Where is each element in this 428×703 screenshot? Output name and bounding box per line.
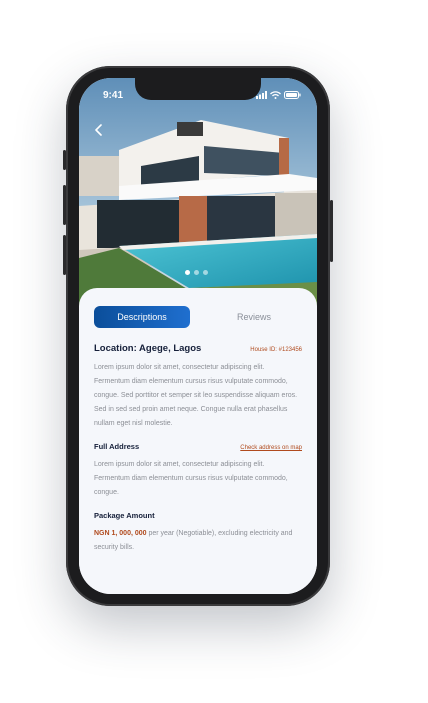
package-text: NGN 1, 000, 000 per year (Negotiable), e… (94, 527, 302, 555)
property-photo: 9:41 (79, 78, 317, 308)
package-header: Package Amount (94, 511, 302, 520)
carousel-indicator (185, 270, 208, 275)
location-row: Location: Agege, Lagos House ID: #123456 (94, 343, 302, 354)
phone-screen: 9:41 Descriptions Reviews Location: Ageg… (79, 78, 317, 594)
location-title: Location: Agege, Lagos (94, 343, 202, 354)
signal-icon (256, 91, 267, 99)
status-bar: 9:41 (79, 78, 317, 110)
battery-icon (284, 91, 301, 99)
details-sheet: Descriptions Reviews Location: Agege, La… (79, 288, 317, 594)
check-map-link[interactable]: Check address on map (240, 445, 302, 451)
description-text: Lorem ipsum dolor sit amet, consectetur … (94, 364, 298, 427)
address-title: Full Address (94, 442, 140, 451)
carousel-dot[interactable] (194, 270, 199, 275)
back-button[interactable] (91, 122, 107, 138)
carousel-dot[interactable] (185, 270, 190, 275)
tab-bar: Descriptions Reviews (94, 306, 302, 328)
phone-volume-up (63, 185, 66, 225)
phone-notch (135, 78, 261, 100)
wifi-icon (270, 91, 281, 99)
tab-descriptions[interactable]: Descriptions (94, 306, 190, 328)
package-title: Package Amount (94, 511, 155, 520)
phone-power-button (330, 200, 333, 262)
address-text: Lorem ipsum dolor sit amet, consectetur … (94, 461, 288, 496)
status-icons (256, 91, 301, 99)
phone-mute-switch (63, 150, 66, 170)
address-header: Full Address Check address on map (94, 442, 302, 451)
tab-reviews[interactable]: Reviews (206, 306, 302, 328)
phone-volume-down (63, 235, 66, 275)
package-price: NGN 1, 000, 000 (94, 530, 147, 537)
back-chevron-icon (95, 124, 102, 136)
status-time: 9:41 (103, 90, 124, 101)
carousel-dot[interactable] (203, 270, 208, 275)
house-id: House ID: #123456 (250, 347, 302, 353)
